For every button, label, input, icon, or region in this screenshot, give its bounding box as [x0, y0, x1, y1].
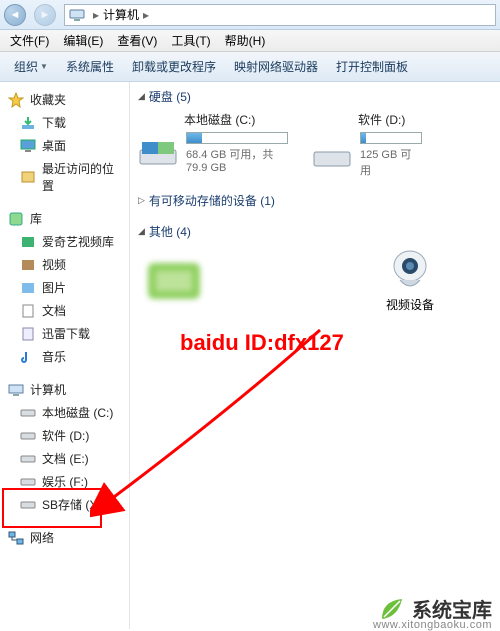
menubar: 文件(F) 编辑(E) 查看(V) 工具(T) 帮助(H) [0, 30, 500, 52]
sidebar-group-favorites: 收藏夹 下载 桌面 最近访问的位置 [2, 88, 127, 197]
section-header-hdd[interactable]: ◢硬盘 (5) [138, 88, 492, 105]
control-panel-button[interactable]: 打开控制面板 [328, 54, 416, 79]
usage-fill [361, 133, 366, 143]
sidebar-item-thunder[interactable]: 迅雷下载 [2, 322, 127, 345]
collapse-icon: ◢ [138, 91, 145, 102]
sidebar-item-videos[interactable]: 视频 [2, 253, 127, 276]
desktop-icon [20, 138, 36, 154]
network-icon [8, 530, 24, 546]
sidebar-item-recent[interactable]: 最近访问的位置 [2, 157, 127, 197]
library-icon [8, 211, 24, 227]
sidebar-group-network: 网络 [2, 526, 127, 549]
thunder-icon [20, 326, 36, 342]
star-icon [8, 92, 24, 108]
breadcrumb-location[interactable]: 计算机 [103, 6, 139, 23]
content-pane: ◢硬盘 (5) 本地磁盘 (C:) 68.4 GB 可用，共 79.9 GB 软… [130, 82, 500, 629]
sidebar-header-favorites[interactable]: 收藏夹 [2, 88, 127, 111]
drive-icon [20, 428, 36, 444]
toolbar: 组织▼ 系统属性 卸载或更改程序 映射网络驱动器 打开控制面板 [0, 52, 500, 82]
download-icon [20, 115, 36, 131]
back-button[interactable]: ◄ [1, 3, 29, 27]
chevron-right-icon: ▸ [143, 8, 149, 22]
sidebar-header-libraries[interactable]: 库 [2, 207, 127, 230]
drive-icon [138, 138, 178, 168]
uninstall-button[interactable]: 卸载或更改程序 [124, 54, 224, 79]
section-header-removable[interactable]: ▷有可移动存储的设备 (1) [138, 192, 492, 209]
titlebar: ◄ ► ▸ 计算机 ▸ [0, 0, 500, 30]
sidebar-group-libraries: 库 爱奇艺视频库 视频 图片 文档 迅雷下载 音乐 [2, 207, 127, 368]
sidebar-item-music[interactable]: 音乐 [2, 345, 127, 368]
drive-icon [20, 451, 36, 467]
collapse-icon: ◢ [138, 226, 145, 237]
sidebar-item-drive-f[interactable]: 娱乐 (F:) [2, 470, 127, 493]
chevron-right-icon: ▸ [93, 8, 99, 22]
sidebar-item-drive-e[interactable]: 文档 (E:) [2, 447, 127, 470]
other-item-blurred[interactable] [142, 257, 206, 305]
menu-edit[interactable]: 编辑(E) [57, 30, 109, 51]
sidebar-header-computer[interactable]: 计算机 [2, 378, 127, 401]
section-header-other[interactable]: ◢其他 (4) [138, 223, 492, 240]
document-icon [20, 303, 36, 319]
sidebar-item-network[interactable]: 网络 [2, 526, 127, 549]
organize-button[interactable]: 组织▼ [6, 54, 56, 79]
sidebar-item-pictures[interactable]: 图片 [2, 276, 127, 299]
menu-help[interactable]: 帮助(H) [219, 30, 272, 51]
picture-icon [20, 280, 36, 296]
sidebar-item-drive-d[interactable]: 软件 (D:) [2, 424, 127, 447]
drive-icon [312, 140, 352, 170]
sidebar-item-iqiyi[interactable]: 爱奇艺视频库 [2, 230, 127, 253]
drive-icon [20, 497, 36, 513]
webcam-icon [388, 248, 432, 292]
section-removable: ▷有可移动存储的设备 (1) [138, 192, 492, 209]
drive-icon [20, 474, 36, 490]
map-drive-button[interactable]: 映射网络驱动器 [226, 54, 326, 79]
video-icon [20, 234, 36, 250]
menu-view[interactable]: 查看(V) [111, 30, 163, 51]
section-hdd: ◢硬盘 (5) 本地磁盘 (C:) 68.4 GB 可用，共 79.9 GB 软… [138, 88, 492, 178]
expand-icon: ▷ [138, 195, 145, 206]
menu-file[interactable]: 文件(F) [4, 30, 55, 51]
system-properties-button[interactable]: 系统属性 [58, 54, 122, 79]
drive-icon [20, 405, 36, 421]
music-icon [20, 349, 36, 365]
recent-icon [20, 169, 36, 185]
chevron-down-icon: ▼ [40, 62, 48, 71]
other-item-video-device[interactable]: 视频设备 [386, 248, 434, 313]
section-other: ◢其他 (4) 视频设备 [138, 223, 492, 313]
computer-icon [69, 7, 85, 23]
breadcrumb[interactable]: ▸ 计算机 ▸ [64, 4, 496, 26]
computer-icon [8, 382, 24, 398]
sidebar-item-drive-c[interactable]: 本地磁盘 (C:) [2, 401, 127, 424]
sidebar-item-documents[interactable]: 文档 [2, 299, 127, 322]
sidebar-group-computer: 计算机 本地磁盘 (C:) 软件 (D:) 文档 (E:) 娱乐 (F:) SB… [2, 378, 127, 516]
drive-d[interactable]: 软件 (D:) 125 GB 可用 [312, 111, 422, 178]
sidebar-item-drive-x[interactable]: SB存储 (X:) [2, 493, 127, 516]
main-split: 收藏夹 下载 桌面 最近访问的位置 库 爱奇艺视频库 视频 图片 文档 迅雷下载… [0, 82, 500, 629]
sidebar-item-desktop[interactable]: 桌面 [2, 134, 127, 157]
film-icon [20, 257, 36, 273]
forward-button[interactable]: ► [31, 3, 59, 27]
sidebar: 收藏夹 下载 桌面 最近访问的位置 库 爱奇艺视频库 视频 图片 文档 迅雷下载… [0, 82, 130, 629]
drive-c[interactable]: 本地磁盘 (C:) 68.4 GB 可用，共 79.9 GB [138, 111, 288, 178]
menu-tools[interactable]: 工具(T) [165, 30, 216, 51]
footer-url: www.xitongbaoku.com [373, 619, 492, 631]
sidebar-item-downloads[interactable]: 下载 [2, 111, 127, 134]
usage-fill [187, 133, 202, 143]
